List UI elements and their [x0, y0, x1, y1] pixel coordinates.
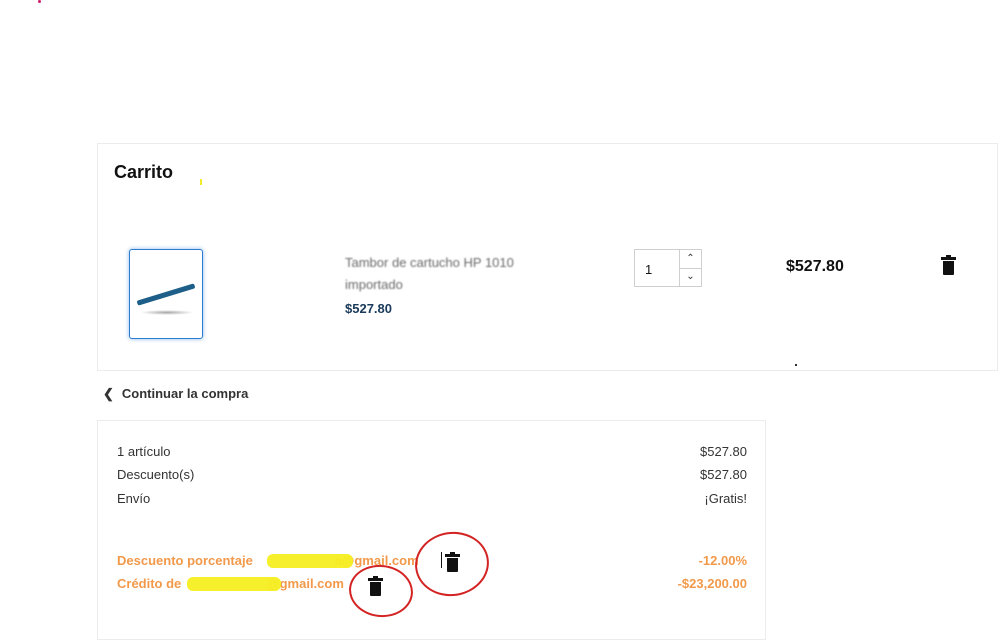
quantity-stepper[interactable]: 1 ⌃ ⌄ — [634, 249, 702, 287]
redaction-highlight — [267, 554, 353, 568]
product-thumbnail[interactable] — [129, 249, 203, 339]
product-unit-price: $527.80 — [345, 301, 392, 316]
quantity-input[interactable]: 1 — [645, 262, 652, 277]
redaction-highlight — [187, 577, 281, 591]
summary-value: $527.80 — [700, 444, 747, 459]
product-image-shadow — [140, 310, 194, 315]
credit-prefix: Crédito de — [117, 576, 182, 591]
decorative-dot — [795, 364, 797, 366]
line-total: $527.80 — [786, 258, 844, 275]
cart-title: Carrito — [114, 162, 174, 182]
product-name[interactable]: Tambor de cartucho HP 1010 importado — [345, 252, 575, 296]
continue-shopping-link[interactable]: ❮ Continuar la compra — [103, 386, 248, 402]
summary-label: 1 artículo — [117, 444, 171, 459]
stray-dot — [38, 0, 41, 3]
summary-value: ¡Gratis! — [704, 491, 747, 506]
discount-prefix: Descuento porcentaje — [117, 553, 253, 568]
credit-value: -$23,200.00 — [677, 576, 747, 591]
chevron-left-icon: ❮ — [103, 386, 114, 401]
quantity-buttons: ⌃ ⌄ — [679, 250, 701, 286]
chevron-up-icon[interactable]: ⌃ — [680, 250, 701, 269]
product-image — [136, 283, 196, 306]
cart-card: Carrito Tambor de cartucho HP 1010 impor… — [97, 143, 998, 371]
summary-value: $527.80 — [700, 467, 747, 482]
summary-label: Descuento(s) — [117, 467, 195, 482]
trash-icon[interactable] — [941, 255, 956, 275]
chevron-down-icon[interactable]: ⌄ — [680, 268, 701, 286]
yellow-mark — [200, 179, 202, 185]
summary-label: Envío — [117, 491, 151, 506]
order-summary: 1 artículo $527.80 Descuento(s) $527.80 … — [97, 420, 766, 640]
continue-shopping-label: Continuar la compra — [121, 386, 249, 401]
discount-percentage-value: -12.00% — [698, 553, 747, 568]
